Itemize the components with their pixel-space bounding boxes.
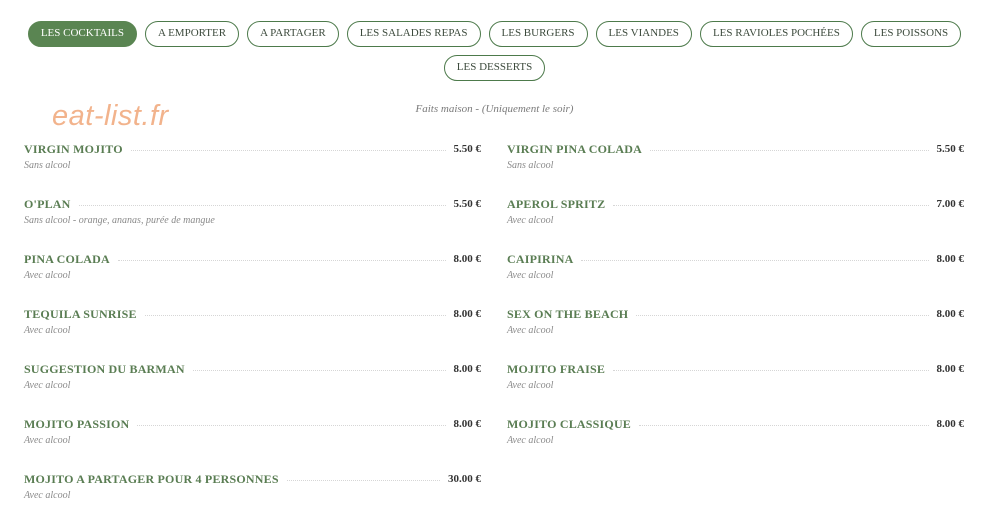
tab-les-salades-repas[interactable]: LES SALADES REPAS: [346, 21, 481, 47]
tab-les-viandes[interactable]: LES VIANDES: [595, 21, 692, 47]
dotted-leader: [636, 314, 929, 316]
tab-a-partager[interactable]: A PARTAGER: [247, 21, 339, 47]
tab-les-poissons[interactable]: LES POISSONS: [860, 21, 962, 47]
menu-item-price: 8.00 €: [453, 363, 482, 375]
tab-row: LES COCKTAILS A EMPORTER A PARTAGER LES SAL…: [0, 21, 989, 47]
menu-item-name: SUGGESTION DU BARMAN: [24, 361, 185, 376]
menu-item-description: Avec alcool: [507, 270, 554, 281]
dotted-leader: [130, 149, 446, 151]
menu-column-right: VIRGIN PINA COLADA 5.50 € Sans alcool APERO…: [507, 142, 964, 472]
menu-item-line: SEX ON THE BEACH 8.00 €: [507, 307, 964, 321]
dotted-leader: [613, 369, 929, 371]
tab-les-desserts[interactable]: LES DESSERTS: [443, 55, 546, 81]
menu-item-name: APEROL SPRITZ: [507, 196, 606, 211]
menu-item-line: PINA COLADA 8.00 €: [24, 252, 481, 266]
dotted-leader: [144, 314, 446, 316]
dotted-leader: [192, 369, 446, 371]
menu-item-description: Avec alcool: [24, 325, 71, 336]
menu-item-price: 8.00 €: [453, 418, 482, 430]
dotted-leader: [286, 479, 440, 481]
menu-item-line: VIRGIN PINA COLADA 5.50 €: [507, 142, 964, 156]
menu-item-name: SEX ON THE BEACH: [507, 306, 629, 321]
menu-item-description: Sans alcool - orange, ananas, purée de m…: [24, 215, 215, 226]
menu-item-name: MOJITO A PARTAGER POUR 4 PERSONNES: [24, 471, 279, 486]
menu-item-line: APEROL SPRITZ 7.00 €: [507, 197, 964, 211]
dotted-leader: [137, 424, 446, 426]
section-subtitle: Faits maison - (Uniquement le soir): [415, 103, 574, 115]
menu-item-price: 8.00 €: [936, 308, 965, 320]
menu-column-left: VIRGIN MOJITO 5.50 € Sans alcool O'PLAN 5.50…: [24, 142, 481, 527]
menu-item-description: Avec alcool: [507, 215, 554, 226]
menu-item-price: 8.00 €: [936, 363, 965, 375]
menu-item-line: VIRGIN MOJITO 5.50 €: [24, 142, 481, 156]
menu-item: PINA COLADA 8.00 € Avec alcool: [24, 252, 481, 307]
menu-item-line: MOJITO CLASSIQUE 8.00 €: [507, 417, 964, 431]
tab-row: LES DESSERTS: [0, 55, 989, 81]
menu-item-name: TEQUILA SUNRISE: [24, 306, 137, 321]
menu-item-name: PINA COLADA: [24, 251, 110, 266]
menu-item: SUGGESTION DU BARMAN 8.00 € Avec alcool: [24, 362, 481, 417]
menu-item-description: Avec alcool: [24, 380, 71, 391]
menu-item-description: Avec alcool: [507, 435, 554, 446]
menu-item: MOJITO PASSION 8.00 € Avec alcool: [24, 417, 481, 472]
menu-item-description: Sans alcool: [24, 160, 71, 171]
tab-les-burgers[interactable]: LES BURGERS: [488, 21, 588, 47]
menu-item-name: MOJITO CLASSIQUE: [507, 416, 632, 431]
menu-item: APEROL SPRITZ 7.00 € Avec alcool: [507, 197, 964, 252]
category-tabs: LES COCKTAILS A EMPORTER A PARTAGER LES SAL…: [0, 21, 989, 81]
dotted-leader: [117, 259, 446, 261]
menu-item: O'PLAN 5.50 € Sans alcool - orange, ananas…: [24, 197, 481, 252]
menu-item-price: 5.50 €: [453, 198, 482, 210]
tab-a-emporter[interactable]: A EMPORTER: [144, 21, 240, 47]
menu-item-description: Avec alcool: [24, 270, 71, 281]
menu-item-name: VIRGIN PINA COLADA: [507, 141, 642, 156]
menu-item-price: 5.50 €: [453, 143, 482, 155]
menu-item-name: MOJITO FRAISE: [507, 361, 606, 376]
menu-item-description: Avec alcool: [507, 325, 554, 336]
menu-item-price: 5.50 €: [936, 143, 965, 155]
menu-item-line: CAIPIRINA 8.00 €: [507, 252, 964, 266]
menu-item-line: TEQUILA SUNRISE 8.00 €: [24, 307, 481, 321]
menu-item-price: 30.00 €: [448, 473, 481, 485]
menu-item: SEX ON THE BEACH 8.00 € Avec alcool: [507, 307, 964, 362]
menu-item-price: 8.00 €: [936, 253, 965, 265]
menu-item-line: O'PLAN 5.50 €: [24, 197, 481, 211]
menu-item-description: Avec alcool: [24, 435, 71, 446]
menu-item-name: VIRGIN MOJITO: [24, 141, 123, 156]
menu-item-description: Sans alcool: [507, 160, 554, 171]
menu-item-price: 8.00 €: [453, 308, 482, 320]
menu-item-line: MOJITO A PARTAGER POUR 4 PERSONNES 30.00 …: [24, 472, 481, 486]
menu-item: VIRGIN MOJITO 5.50 € Sans alcool: [24, 142, 481, 197]
dotted-leader: [649, 149, 929, 151]
menu-item-line: MOJITO FRAISE 8.00 €: [507, 362, 964, 376]
menu-item: VIRGIN PINA COLADA 5.50 € Sans alcool: [507, 142, 964, 197]
menu-item-name: CAIPIRINA: [507, 251, 574, 266]
menu-item-description: Avec alcool: [24, 490, 71, 501]
menu-item-line: SUGGESTION DU BARMAN 8.00 €: [24, 362, 481, 376]
tab-les-cocktails[interactable]: LES COCKTAILS: [27, 21, 137, 47]
menu-item-name: O'PLAN: [24, 196, 71, 211]
menu-item-price: 8.00 €: [936, 418, 965, 430]
menu-item: MOJITO CLASSIQUE 8.00 € Avec alcool: [507, 417, 964, 472]
menu-item: MOJITO FRAISE 8.00 € Avec alcool: [507, 362, 964, 417]
menu-item: MOJITO A PARTAGER POUR 4 PERSONNES 30.00 …: [24, 472, 481, 527]
menu-item-price: 7.00 €: [936, 198, 965, 210]
menu-item-price: 8.00 €: [453, 253, 482, 265]
dotted-leader: [613, 204, 929, 206]
menu-item-description: Avec alcool: [507, 380, 554, 391]
dotted-leader: [639, 424, 929, 426]
menu-item: CAIPIRINA 8.00 € Avec alcool: [507, 252, 964, 307]
menu-item-name: MOJITO PASSION: [24, 416, 130, 431]
dotted-leader: [581, 259, 929, 261]
dotted-leader: [78, 204, 446, 206]
menu-item: TEQUILA SUNRISE 8.00 € Avec alcool: [24, 307, 481, 362]
menu-item-line: MOJITO PASSION 8.00 €: [24, 417, 481, 431]
tab-les-ravioles-pochees[interactable]: LES RAVIOLES POCHÉES: [699, 21, 853, 47]
